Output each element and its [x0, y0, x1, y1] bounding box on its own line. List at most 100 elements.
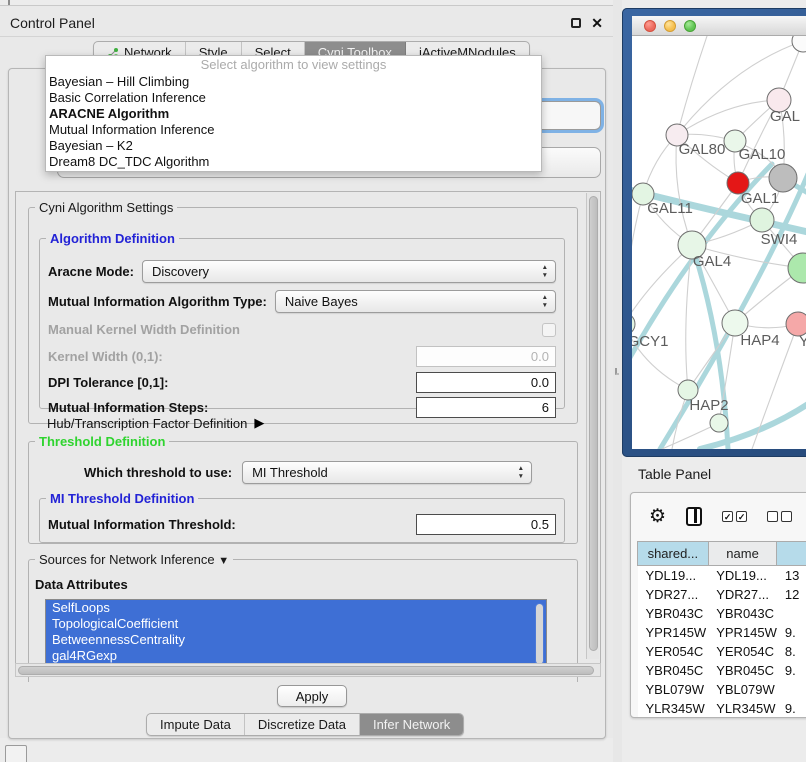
dpi-tolerance-input[interactable] [416, 372, 556, 393]
apply-button[interactable]: Apply [277, 685, 347, 707]
network-view-frame: GALGAL80GAL10GAL1GAL11GAL4SWI4GCY1HAP4YH… [622, 8, 806, 457]
column-header[interactable]: name [708, 542, 777, 566]
mi-threshold-input[interactable] [416, 514, 556, 535]
bottom-tab-impute-data[interactable]: Impute Data [147, 714, 245, 735]
node-label-gal4: GAL4 [693, 253, 731, 270]
threshold-definition-group: Threshold Definition Which threshold to … [28, 434, 578, 544]
panel-splitter[interactable] [613, 0, 622, 762]
node-label-hap2: HAP2 [689, 397, 728, 414]
attribute-list-item[interactable]: gal4RGexp [46, 648, 546, 664]
node-label-gal1: GAL1 [741, 190, 779, 207]
minimize-light-icon[interactable] [664, 20, 676, 32]
close-light-icon[interactable] [644, 20, 656, 32]
mi-threshold-definition-title: MI Threshold Definition [46, 491, 198, 506]
attribute-list-item[interactable]: TopologicalCoefficient [46, 616, 546, 632]
network-edge[interactable] [632, 245, 692, 324]
node-label-hap4: HAP4 [740, 332, 779, 349]
table-row[interactable]: YDR27...YDR27...12 [638, 585, 806, 604]
hub-definition-label[interactable]: Hub/Transcription Factor Definition [47, 416, 247, 431]
algorithm-option[interactable]: Bayesian – K2 [46, 138, 541, 154]
bottom-tab-discretize-data[interactable]: Discretize Data [245, 714, 360, 735]
expand-arrow-icon[interactable]: ▶ [254, 415, 264, 431]
network-node-top[interactable] [792, 36, 806, 52]
deselect-checkboxes-icon[interactable] [767, 511, 792, 522]
collapse-arrow-icon[interactable]: ▼ [218, 555, 229, 567]
attribute-list-item[interactable]: SelfLoops [46, 600, 546, 616]
node-label-gcy1: GCY1 [632, 333, 668, 350]
algorithm-option[interactable]: ARACNE Algorithm [46, 106, 541, 122]
cyni-bottom-tabstrip: Impute DataDiscretize DataInfer Network [146, 713, 464, 736]
node-label-ypink: Y [799, 333, 806, 350]
kernel-width-input[interactable] [416, 346, 556, 367]
which-threshold-select[interactable]: MI Threshold ▲▼ [242, 461, 532, 484]
node-label-swi4: SWI4 [761, 231, 798, 248]
mi-steps-input[interactable] [416, 397, 556, 418]
algorithm-option[interactable]: Dream8 DC_TDC Algorithm [46, 154, 541, 170]
control-panel-title: Control Panel [10, 15, 95, 31]
gear-icon[interactable]: ⚙ [649, 507, 666, 526]
table-row[interactable]: YBR045CYBR045C9. [638, 661, 806, 680]
table-toolbar: ⚙ ✓✓ [631, 493, 806, 539]
algorithm-definition-title: Algorithm Definition [46, 231, 179, 246]
algorithm-option[interactable]: Mutual Information Inference [46, 122, 541, 138]
threshold-definition-title: Threshold Definition [35, 434, 169, 449]
network-node-gcy1[interactable] [632, 313, 635, 335]
settings-horizontal-scrollbar[interactable] [15, 663, 601, 677]
mi-algorithm-type-label: Mutual Information Algorithm Type: [48, 294, 267, 309]
settings-vertical-scrollbar[interactable] [586, 193, 599, 659]
list-scrollbar[interactable] [535, 603, 544, 667]
control-panel-titlebar: Control Panel ✕ [0, 9, 613, 37]
table-row[interactable]: YER054CYER054C8. [638, 642, 806, 661]
combo-spinner-icon: ▲▼ [542, 264, 548, 280]
bottom-tab-infer-network[interactable]: Infer Network [360, 714, 463, 735]
close-icon[interactable]: ✕ [591, 17, 603, 29]
dock-mini-button[interactable] [5, 745, 27, 762]
data-attributes-label: Data Attributes [35, 577, 128, 592]
node-table[interactable]: shared...nameYDL19...YDL19...13YDR27...Y… [637, 541, 806, 718]
mi-threshold-label: Mutual Information Threshold: [48, 517, 236, 532]
network-view-window: GALGAL80GAL10GAL1GAL11GAL4SWI4GCY1HAP4YH… [632, 16, 806, 449]
column-header[interactable]: shared... [638, 542, 709, 566]
combo-spinner-icon: ▲▼ [518, 465, 524, 481]
manual-kernel-width-checkbox[interactable] [542, 323, 556, 337]
table-panel-title: Table Panel [638, 466, 711, 482]
algorithm-option[interactable]: Bayesian – Hill Climbing [46, 74, 541, 90]
table-row[interactable]: YBL079WYBL079W [638, 680, 806, 699]
algorithm-placeholder: Select algorithm to view settings [46, 56, 541, 74]
network-node-bot[interactable] [710, 414, 728, 432]
node-label-galx: GAL [770, 108, 800, 125]
attribute-list-item[interactable]: BetweennessCentrality [46, 632, 546, 648]
which-threshold-label: Which threshold to use: [84, 465, 232, 480]
mi-algorithm-type-select[interactable]: Naive Bayes ▲▼ [275, 290, 556, 313]
mi-threshold-definition-group: MI Threshold Definition Mutual Informati… [39, 491, 565, 543]
zoom-light-icon[interactable] [684, 20, 696, 32]
table-panel-titlebar: Table Panel [622, 460, 806, 488]
table-header-row: shared...name [638, 542, 806, 566]
algorithm-dropdown-popup: Select algorithm to view settings Bayesi… [45, 55, 542, 172]
table-row[interactable]: YLR345WYLR345W9. [638, 699, 806, 718]
column-header[interactable] [777, 542, 806, 566]
node-label-gal11: GAL11 [647, 200, 693, 217]
node-label-gal10: GAL10 [739, 146, 786, 163]
table-row[interactable]: YPR145WYPR145W9. [638, 623, 806, 642]
table-row[interactable]: YBR043CYBR043C [638, 604, 806, 623]
network-canvas[interactable]: GALGAL80GAL10GAL1GAL11GAL4SWI4GCY1HAP4YH… [632, 36, 806, 449]
settings-scroll-area: Cyni Algorithm Settings Algorithm Defini… [15, 191, 601, 671]
select-checkboxes-icon[interactable]: ✓✓ [722, 511, 747, 522]
table-row[interactable]: YDL19...YDL19...13 [638, 566, 806, 585]
aracne-mode-select[interactable]: Discovery ▲▼ [142, 260, 556, 283]
network-node-gal1[interactable] [750, 208, 774, 232]
cyni-algorithm-settings-group: Cyni Algorithm Settings Algorithm Defini… [28, 200, 578, 424]
splitter-grip-icon[interactable] [615, 368, 619, 375]
combo-spinner-icon: ▲▼ [542, 294, 548, 310]
mi-steps-label: Mutual Information Steps: [48, 400, 208, 415]
dpi-tolerance-label: DPI Tolerance [0,1]: [48, 375, 168, 390]
manual-kernel-width-label: Manual Kernel Width Definition [48, 322, 240, 337]
sources-title: Sources for Network Inference ▼ [35, 552, 233, 567]
split-columns-icon[interactable] [686, 507, 702, 526]
network-node-gray[interactable] [769, 164, 797, 192]
float-window-icon[interactable] [571, 18, 581, 28]
algorithm-option[interactable]: Basic Correlation Inference [46, 90, 541, 106]
table-row[interactable]: YIL052CYIL052C9. [638, 718, 806, 719]
network-node-swi4[interactable] [788, 253, 806, 283]
